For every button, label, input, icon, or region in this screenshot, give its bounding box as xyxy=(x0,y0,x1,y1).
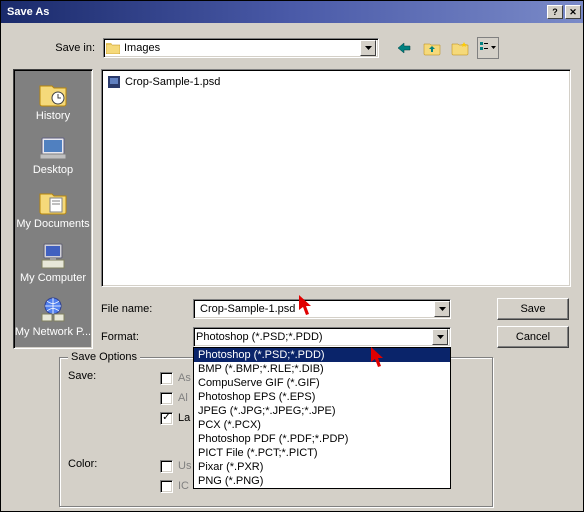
format-option[interactable]: JPEG (*.JPG;*.JPEG;*.JPE) xyxy=(194,404,450,418)
format-option[interactable]: Photoshop (*.PSD;*.PDD) xyxy=(194,348,450,362)
filename-input[interactable] xyxy=(193,299,451,319)
format-dropdown[interactable]: Photoshop (*.PSD;*.PDD)BMP (*.BMP;*.RLE;… xyxy=(193,347,451,489)
chevron-down-icon[interactable] xyxy=(434,301,450,317)
format-combo[interactable]: Photoshop (*.PSD;*.PDD) xyxy=(193,327,451,347)
save-option-layers[interactable]: La xyxy=(160,410,190,426)
file-item[interactable]: Crop-Sample-1.psd xyxy=(106,74,566,90)
mycomputer-icon xyxy=(36,240,70,270)
format-option[interactable]: Pixar (*.PXR) xyxy=(194,460,450,474)
format-option[interactable]: PNG (*.PNG) xyxy=(194,474,450,488)
places-mycomputer[interactable]: My Computer xyxy=(14,236,92,290)
format-option[interactable]: PICT File (*.PCT;*.PICT) xyxy=(194,446,450,460)
format-option[interactable]: Photoshop PDF (*.PDF;*.PDP) xyxy=(194,432,450,446)
save-button[interactable]: Save xyxy=(497,298,569,320)
help-button[interactable]: ? xyxy=(547,5,563,19)
color-option-icc: IC xyxy=(160,478,189,494)
save-option-alpha: Al xyxy=(160,390,188,406)
filename-label: File name: xyxy=(101,303,193,315)
color-option-1: Us xyxy=(160,458,191,474)
desktop-icon xyxy=(36,132,70,162)
save-as-dialog: Save As ? ✕ Save in: Images xyxy=(0,0,584,512)
new-folder-button[interactable] xyxy=(449,37,471,59)
window-title: Save As xyxy=(7,6,49,18)
filename-field[interactable] xyxy=(198,300,446,318)
places-bar: History Desktop My Documents My Computer xyxy=(13,69,93,349)
folder-icon xyxy=(106,42,120,54)
save-in-value: Images xyxy=(124,42,360,54)
psd-file-icon xyxy=(106,75,122,89)
places-desktop[interactable]: Desktop xyxy=(14,128,92,182)
close-button[interactable]: ✕ xyxy=(565,5,581,19)
save-option-as: As xyxy=(160,370,191,386)
chevron-down-icon[interactable] xyxy=(360,40,376,56)
cancel-button[interactable]: Cancel xyxy=(497,326,569,348)
places-history[interactable]: History xyxy=(14,74,92,128)
format-label: Format: xyxy=(101,331,193,343)
back-button[interactable] xyxy=(393,37,415,59)
history-icon xyxy=(36,78,70,108)
save-in-label: Save in: xyxy=(41,42,103,54)
chevron-down-icon[interactable] xyxy=(432,329,448,345)
format-option[interactable]: PCX (*.PCX) xyxy=(194,418,450,432)
save-in-combo[interactable]: Images xyxy=(103,38,379,58)
format-value: Photoshop (*.PSD;*.PDD) xyxy=(196,331,432,343)
titlebar[interactable]: Save As ? ✕ xyxy=(1,1,583,23)
up-folder-button[interactable] xyxy=(421,37,443,59)
file-list[interactable]: Crop-Sample-1.psd xyxy=(101,69,571,287)
format-option[interactable]: CompuServe GIF (*.GIF) xyxy=(194,376,450,390)
places-mydocuments[interactable]: My Documents xyxy=(14,182,92,236)
places-mynetwork[interactable]: My Network P... xyxy=(14,290,92,344)
format-option[interactable]: BMP (*.BMP;*.RLE;*.DIB) xyxy=(194,362,450,376)
mydocuments-icon xyxy=(36,186,70,216)
view-menu-button[interactable] xyxy=(477,37,499,59)
network-icon xyxy=(36,294,70,324)
format-option[interactable]: Photoshop EPS (*.EPS) xyxy=(194,390,450,404)
